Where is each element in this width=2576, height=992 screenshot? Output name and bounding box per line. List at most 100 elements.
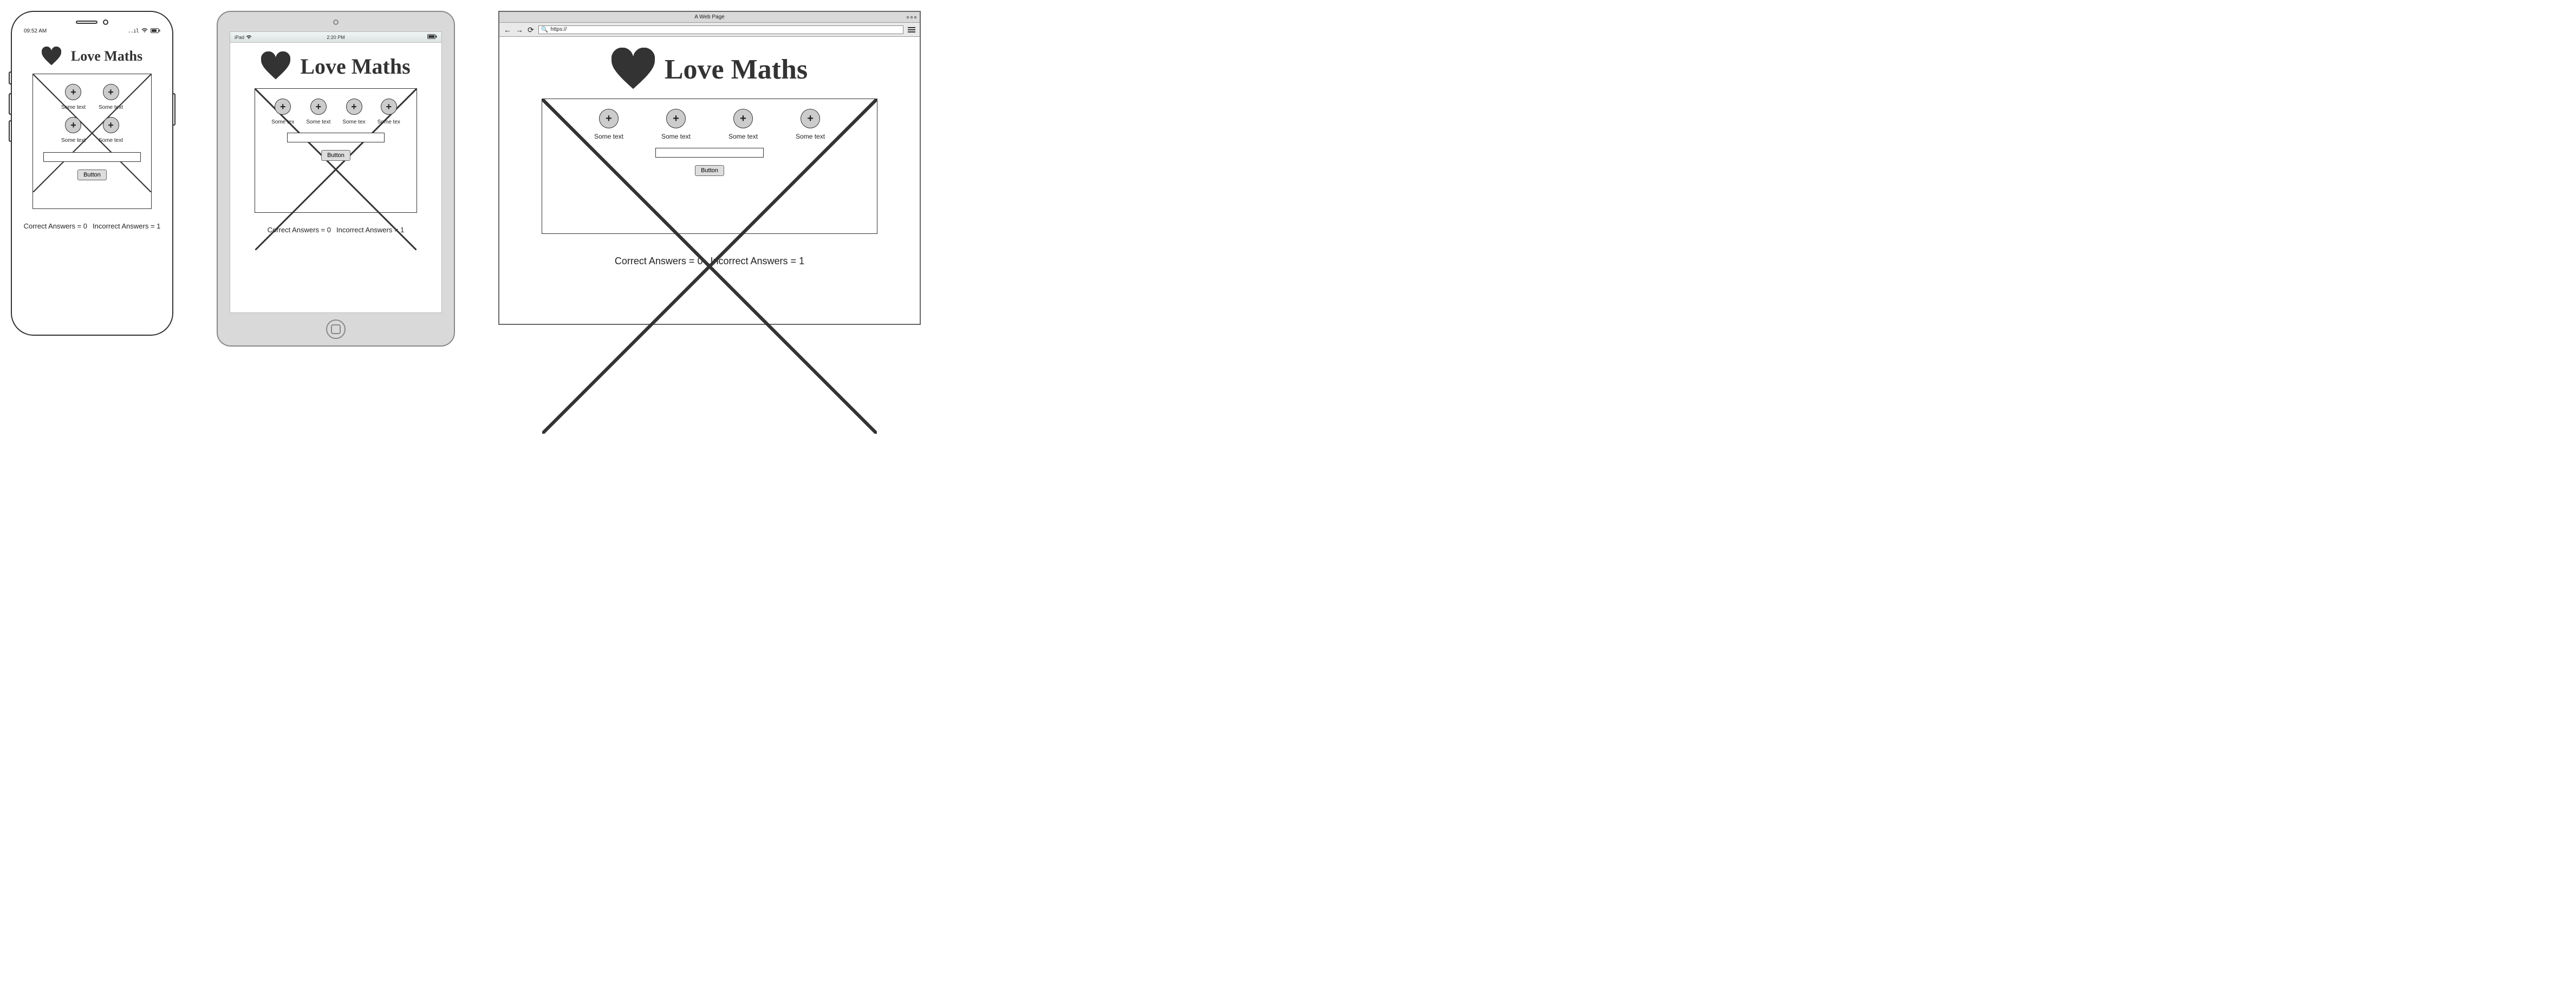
operation-button-4[interactable]: + bbox=[801, 109, 820, 128]
ipad-screen: iPad 2:20 PM Love Maths bbox=[230, 31, 442, 313]
answer-input[interactable] bbox=[655, 148, 764, 158]
operation-button-1[interactable]: + bbox=[275, 99, 291, 115]
correct-label: Correct Answers = bbox=[268, 226, 326, 234]
ipad-content: Love Maths + Some tex + Some text bbox=[230, 43, 441, 312]
ipad-home-button[interactable] bbox=[326, 319, 346, 339]
incorrect-score: Incorrect Answers = 1 bbox=[710, 256, 804, 267]
answer-input[interactable] bbox=[287, 133, 385, 142]
correct-score: Correct Answers = 0 bbox=[615, 256, 703, 267]
correct-score: Correct Answers = 0 bbox=[24, 222, 87, 230]
incorrect-value: 1 bbox=[400, 226, 404, 234]
incorrect-score: Incorrect Answers = 1 bbox=[93, 222, 160, 230]
operation-item: + Some text bbox=[61, 84, 86, 110]
operation-label: Some tex bbox=[271, 119, 294, 125]
ipad-status-bar: iPad 2:20 PM bbox=[230, 32, 441, 43]
phone-front-camera bbox=[103, 19, 108, 25]
operation-button-2[interactable]: + bbox=[666, 109, 686, 128]
ipad-front-camera bbox=[333, 19, 339, 25]
phone-volume-up bbox=[9, 93, 12, 115]
operation-button-2[interactable]: + bbox=[103, 84, 119, 100]
heart-icon bbox=[261, 51, 290, 81]
incorrect-label: Incorrect Answers = bbox=[336, 226, 399, 234]
operation-label: Some text bbox=[306, 119, 330, 125]
app-title: Love Maths bbox=[300, 54, 410, 79]
back-icon[interactable]: ← bbox=[504, 26, 511, 34]
wifi-icon bbox=[141, 28, 148, 33]
game-area: + Some text + Some text + Some text + So… bbox=[32, 74, 152, 209]
operation-label: Some tex bbox=[342, 119, 365, 125]
heart-icon bbox=[42, 47, 61, 66]
submit-button[interactable]: Button bbox=[695, 165, 724, 176]
plus-icon: + bbox=[70, 87, 76, 97]
url-bar[interactable]: 🔍 https:// bbox=[538, 25, 903, 34]
phone-time: 09:52 AM bbox=[24, 28, 47, 34]
app-header: Love Maths bbox=[241, 48, 431, 88]
game-area: + Some tex + Some text + Some tex + bbox=[255, 88, 417, 213]
operation-label: Some text bbox=[99, 138, 123, 143]
correct-value: 0 bbox=[697, 256, 702, 266]
browser-frame: A Web Page ← → ⟳ 🔍 https:// Love Maths bbox=[498, 11, 921, 325]
operation-button-1[interactable]: + bbox=[599, 109, 619, 128]
operation-item: + Some text bbox=[306, 99, 330, 125]
correct-value: 0 bbox=[83, 222, 87, 230]
operation-item: + Some tex bbox=[271, 99, 294, 125]
url-text: https:// bbox=[550, 27, 567, 32]
plus-icon: + bbox=[807, 113, 814, 124]
heart-icon bbox=[612, 48, 655, 91]
plus-icon: + bbox=[108, 87, 114, 97]
plus-icon: + bbox=[280, 102, 286, 112]
correct-score: Correct Answers = 0 bbox=[268, 226, 331, 234]
plus-icon: + bbox=[316, 102, 322, 112]
operation-item: + Some text bbox=[99, 84, 123, 110]
operation-item: + Some tex bbox=[378, 99, 400, 125]
operation-button-2[interactable]: + bbox=[310, 99, 327, 115]
incorrect-label: Incorrect Answers = bbox=[710, 256, 796, 266]
correct-label: Correct Answers = bbox=[615, 256, 695, 266]
operation-label: Some text bbox=[661, 133, 691, 140]
forward-icon[interactable]: → bbox=[516, 26, 523, 34]
plus-icon: + bbox=[673, 113, 679, 124]
operation-item: + Some text bbox=[796, 109, 825, 140]
plus-icon: + bbox=[70, 120, 76, 130]
operation-item: + Some text bbox=[99, 117, 123, 143]
plus-icon: + bbox=[740, 113, 746, 124]
battery-icon bbox=[427, 34, 437, 39]
phone-speaker bbox=[76, 21, 97, 24]
operation-button-4[interactable]: + bbox=[103, 117, 119, 133]
browser-toolbar: ← → ⟳ 🔍 https:// bbox=[499, 23, 920, 37]
answer-input[interactable] bbox=[43, 152, 141, 162]
operation-item: + Some tex bbox=[342, 99, 365, 125]
incorrect-value: 1 bbox=[157, 222, 160, 230]
browser-content: Love Maths + Some text + Some text + Som bbox=[499, 37, 920, 324]
operation-button-3[interactable]: + bbox=[733, 109, 753, 128]
operation-button-3[interactable]: + bbox=[65, 117, 81, 133]
ipad-time: 2:20 PM bbox=[327, 35, 345, 40]
browser-window-title: A Web Page bbox=[694, 14, 724, 20]
menu-icon[interactable] bbox=[908, 27, 915, 32]
score-row: Correct Answers = 0 Incorrect Answers = … bbox=[23, 222, 161, 230]
wifi-icon bbox=[246, 35, 252, 40]
ipad-frame: iPad 2:20 PM Love Maths bbox=[217, 11, 455, 347]
operation-button-1[interactable]: + bbox=[65, 84, 81, 100]
operation-item: + Some text bbox=[728, 109, 758, 140]
phone-volume-down bbox=[9, 120, 12, 142]
operation-button-4[interactable]: + bbox=[381, 99, 397, 115]
submit-button[interactable]: Button bbox=[77, 169, 107, 180]
operation-buttons: + Some tex + Some text + Some tex + bbox=[255, 99, 417, 125]
operation-label: Some text bbox=[99, 105, 123, 110]
plus-icon: + bbox=[108, 120, 114, 130]
search-icon: 🔍 bbox=[541, 26, 549, 33]
battery-icon bbox=[151, 28, 160, 33]
browser-title-bar: A Web Page bbox=[499, 12, 920, 23]
submit-button[interactable]: Button bbox=[321, 150, 350, 161]
operation-label: Some text bbox=[61, 105, 86, 110]
reload-icon[interactable]: ⟳ bbox=[528, 26, 534, 34]
operation-item: + Some text bbox=[661, 109, 691, 140]
incorrect-score: Incorrect Answers = 1 bbox=[336, 226, 404, 234]
operation-label: Some tex bbox=[378, 119, 400, 125]
operation-label: Some text bbox=[594, 133, 623, 140]
phone-status-icons: ..ıl bbox=[128, 28, 160, 34]
correct-value: 0 bbox=[327, 226, 331, 234]
ipad-battery bbox=[427, 34, 437, 40]
operation-button-3[interactable]: + bbox=[346, 99, 362, 115]
